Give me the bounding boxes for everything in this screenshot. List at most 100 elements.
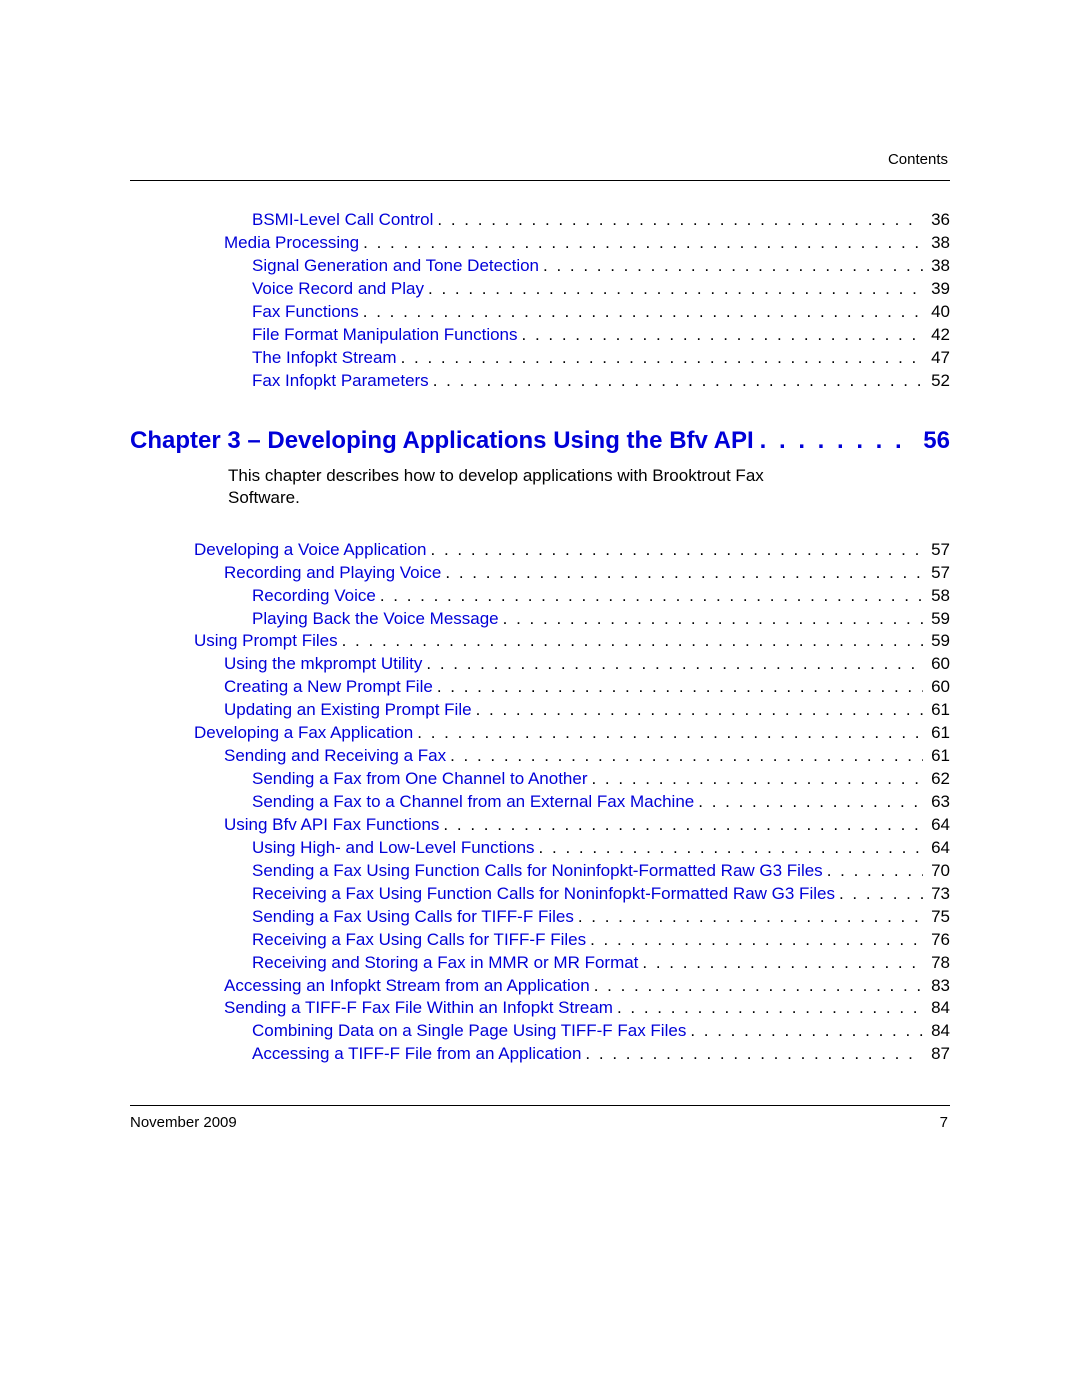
toc-entry-label[interactable]: Updating an Existing Prompt File (224, 699, 472, 722)
toc-entry-label[interactable]: Receiving a Fax Using Calls for TIFF-F F… (252, 929, 586, 952)
toc-entry[interactable]: Receiving a Fax Using Calls for TIFF-F F… (130, 929, 950, 952)
toc-entry-page: 84 (927, 1020, 950, 1043)
leader-dots: . . . . . . . . . . . . . . . . . . . . … (698, 791, 923, 814)
leader-dots: . . . . . . . . . . . . . . . . . . . . … (443, 814, 923, 837)
toc-entry[interactable]: Accessing an Infopkt Stream from an Appl… (130, 975, 950, 998)
page: Contents BSMI-Level Call Control . . . .… (0, 0, 1080, 1397)
toc-entry-label[interactable]: Using the mkprompt Utility (224, 653, 422, 676)
toc-entry[interactable]: Sending a Fax to a Channel from an Exter… (130, 791, 950, 814)
toc-entry[interactable]: Recording and Playing Voice . . . . . . … (130, 562, 950, 585)
leader-dots: . . . . . . . . . . . . . . . . . . . . … (342, 630, 923, 653)
toc-entry[interactable]: Receiving a Fax Using Function Calls for… (130, 883, 950, 906)
toc-entry[interactable]: Using Prompt Files . . . . . . . . . . .… (130, 630, 950, 653)
toc-entry[interactable]: Media Processing . . . . . . . . . . . .… (130, 232, 950, 255)
leader-dots: . . . . . . . . . . . . . . . . . . . . … (380, 585, 923, 608)
toc-entry-label[interactable]: Using Bfv API Fax Functions (224, 814, 439, 837)
toc-entry[interactable]: Playing Back the Voice Message . . . . .… (130, 608, 950, 631)
leader-dots: . . . . . . . . . . . . . . . . . . . . … (539, 837, 924, 860)
toc-entry-label[interactable]: Playing Back the Voice Message (252, 608, 499, 631)
toc-entry[interactable]: Accessing a TIFF-F File from an Applicat… (130, 1043, 950, 1066)
leader-dots: . . . . . . . . . . . . . . . . . . . . … (437, 676, 923, 699)
chapter-heading[interactable]: Chapter 3 – Developing Applications Usin… (130, 427, 950, 455)
toc-entry-label[interactable]: Sending a TIFF-F Fax File Within an Info… (224, 997, 613, 1020)
header-rule (130, 180, 950, 181)
chapter-description: This chapter describes how to develop ap… (228, 465, 778, 509)
toc-entry-page: 40 (927, 301, 950, 324)
toc-entry[interactable]: Fax Infopkt Parameters . . . . . . . . .… (130, 370, 950, 393)
toc-entry[interactable]: Recording Voice . . . . . . . . . . . . … (130, 585, 950, 608)
toc-entry[interactable]: Sending a Fax from One Channel to Anothe… (130, 768, 950, 791)
toc-entry-label[interactable]: Using Prompt Files (194, 630, 338, 653)
toc-entry-label[interactable]: Voice Record and Play (252, 278, 424, 301)
toc-entry[interactable]: File Format Manipulation Functions . . .… (130, 324, 950, 347)
toc-entry[interactable]: Combining Data on a Single Page Using TI… (130, 1020, 950, 1043)
toc-entry-page: 83 (927, 975, 950, 998)
leader-dots: . . . . . . . . . . . . . . . . . . . . … (428, 278, 923, 301)
toc-entry-page: 76 (927, 929, 950, 952)
toc-entry-page: 61 (927, 745, 950, 768)
toc-entry-label[interactable]: Sending a Fax Using Function Calls for N… (252, 860, 823, 883)
toc-entry-label[interactable]: Media Processing (224, 232, 359, 255)
toc-entry-label[interactable]: File Format Manipulation Functions (252, 324, 518, 347)
toc-entry[interactable]: BSMI-Level Call Control . . . . . . . . … (130, 209, 950, 232)
toc-entry-label[interactable]: Recording Voice (252, 585, 376, 608)
leader-dots: . . . . . . . . . . . . . . . . . . . . … (437, 209, 923, 232)
toc-entry-label[interactable]: Sending and Receiving a Fax (224, 745, 446, 768)
toc-entry[interactable]: Signal Generation and Tone Detection . .… (130, 255, 950, 278)
toc-entry[interactable]: Using High- and Low-Level Functions . . … (130, 837, 950, 860)
toc-content: BSMI-Level Call Control . . . . . . . . … (130, 209, 950, 1066)
toc-entry-page: 70 (927, 860, 950, 883)
toc-entry-label[interactable]: Fax Functions (252, 301, 359, 324)
toc-entry-label[interactable]: Sending a Fax Using Calls for TIFF-F Fil… (252, 906, 574, 929)
toc-entry-label[interactable]: Accessing an Infopkt Stream from an Appl… (224, 975, 590, 998)
leader-dots: . . . . . . . . . . . . . . . . . . . . … (401, 347, 924, 370)
toc-entry[interactable]: Creating a New Prompt File . . . . . . .… (130, 676, 950, 699)
toc-entry[interactable]: Sending a TIFF-F Fax File Within an Info… (130, 997, 950, 1020)
toc-entry[interactable]: Sending a Fax Using Calls for TIFF-F Fil… (130, 906, 950, 929)
leader-dots: . . . . . . . . . . . . . . . . . . . . … (617, 997, 923, 1020)
toc-entry-label[interactable]: Recording and Playing Voice (224, 562, 441, 585)
toc-entry[interactable]: Developing a Fax Application . . . . . .… (130, 722, 950, 745)
toc-entry-label[interactable]: Receiving and Storing a Fax in MMR or MR… (252, 952, 638, 975)
toc-entry-label[interactable]: Creating a New Prompt File (224, 676, 433, 699)
leader-dots: . . . . . . . . . . . . . . . . . . . . … (585, 1043, 923, 1066)
toc-entry[interactable]: Receiving and Storing a Fax in MMR or MR… (130, 952, 950, 975)
toc-entry-page: 62 (927, 768, 950, 791)
toc-entry-label[interactable]: Developing a Voice Application (194, 539, 427, 562)
toc-entry-label[interactable]: Sending a Fax to a Channel from an Exter… (252, 791, 694, 814)
toc-entry-label[interactable]: Developing a Fax Application (194, 722, 413, 745)
toc-entry-page: 38 (927, 255, 950, 278)
chapter-title[interactable]: Chapter 3 – Developing Applications Usin… (130, 427, 754, 455)
toc-entry[interactable]: The Infopkt Stream . . . . . . . . . . .… (130, 347, 950, 370)
toc-entry[interactable]: Using the mkprompt Utility . . . . . . .… (130, 653, 950, 676)
leader-dots: . . . . . . . . . . . . . . . . . . . . … (839, 883, 923, 906)
toc-entry-page: 63 (927, 791, 950, 814)
toc-entry[interactable]: Fax Functions . . . . . . . . . . . . . … (130, 301, 950, 324)
toc-entry[interactable]: Sending a Fax Using Function Calls for N… (130, 860, 950, 883)
toc-entry-page: 42 (927, 324, 950, 347)
toc-entry-label[interactable]: Sending a Fax from One Channel to Anothe… (252, 768, 587, 791)
toc-entry-label[interactable]: The Infopkt Stream (252, 347, 397, 370)
toc-entry[interactable]: Using Bfv API Fax Functions . . . . . . … (130, 814, 950, 837)
toc-entry-label[interactable]: Combining Data on a Single Page Using TI… (252, 1020, 686, 1043)
leader-dots: . . . . . . . . . . . . . . . . . . . . … (450, 745, 923, 768)
toc-entry-label[interactable]: BSMI-Level Call Control (252, 209, 433, 232)
toc-entry-page: 38 (927, 232, 950, 255)
toc-entry-label[interactable]: Using High- and Low-Level Functions (252, 837, 535, 860)
toc-entry-label[interactable]: Accessing a TIFF-F File from an Applicat… (252, 1043, 581, 1066)
toc-entry-label[interactable]: Receiving a Fax Using Function Calls for… (252, 883, 835, 906)
leader-dots: . . . . . . . . . . . . . . . . . . . . … (503, 608, 923, 631)
toc-entry[interactable]: Updating an Existing Prompt File . . . .… (130, 699, 950, 722)
toc-entry-label[interactable]: Fax Infopkt Parameters (252, 370, 429, 393)
leader-dots: . . . . . . . . . . . . . . . . . . . . … (642, 952, 923, 975)
leader-dots: . . . . . . . . . . . . . . . . . . . . … (578, 906, 923, 929)
toc-entry[interactable]: Voice Record and Play . . . . . . . . . … (130, 278, 950, 301)
footer-page-number: 7 (940, 1114, 948, 1131)
toc-entry-label[interactable]: Signal Generation and Tone Detection (252, 255, 539, 278)
toc-entry-page: 60 (927, 676, 950, 699)
header-section-label: Contents (888, 151, 948, 168)
leader-dots: . . . . . . . . . . . . . . . . . . . . … (827, 860, 923, 883)
toc-entry[interactable]: Developing a Voice Application . . . . .… (130, 539, 950, 562)
leader-dots: . . . . . . . . . . . . . . . . . . . . … (363, 232, 923, 255)
toc-entry[interactable]: Sending and Receiving a Fax . . . . . . … (130, 745, 950, 768)
